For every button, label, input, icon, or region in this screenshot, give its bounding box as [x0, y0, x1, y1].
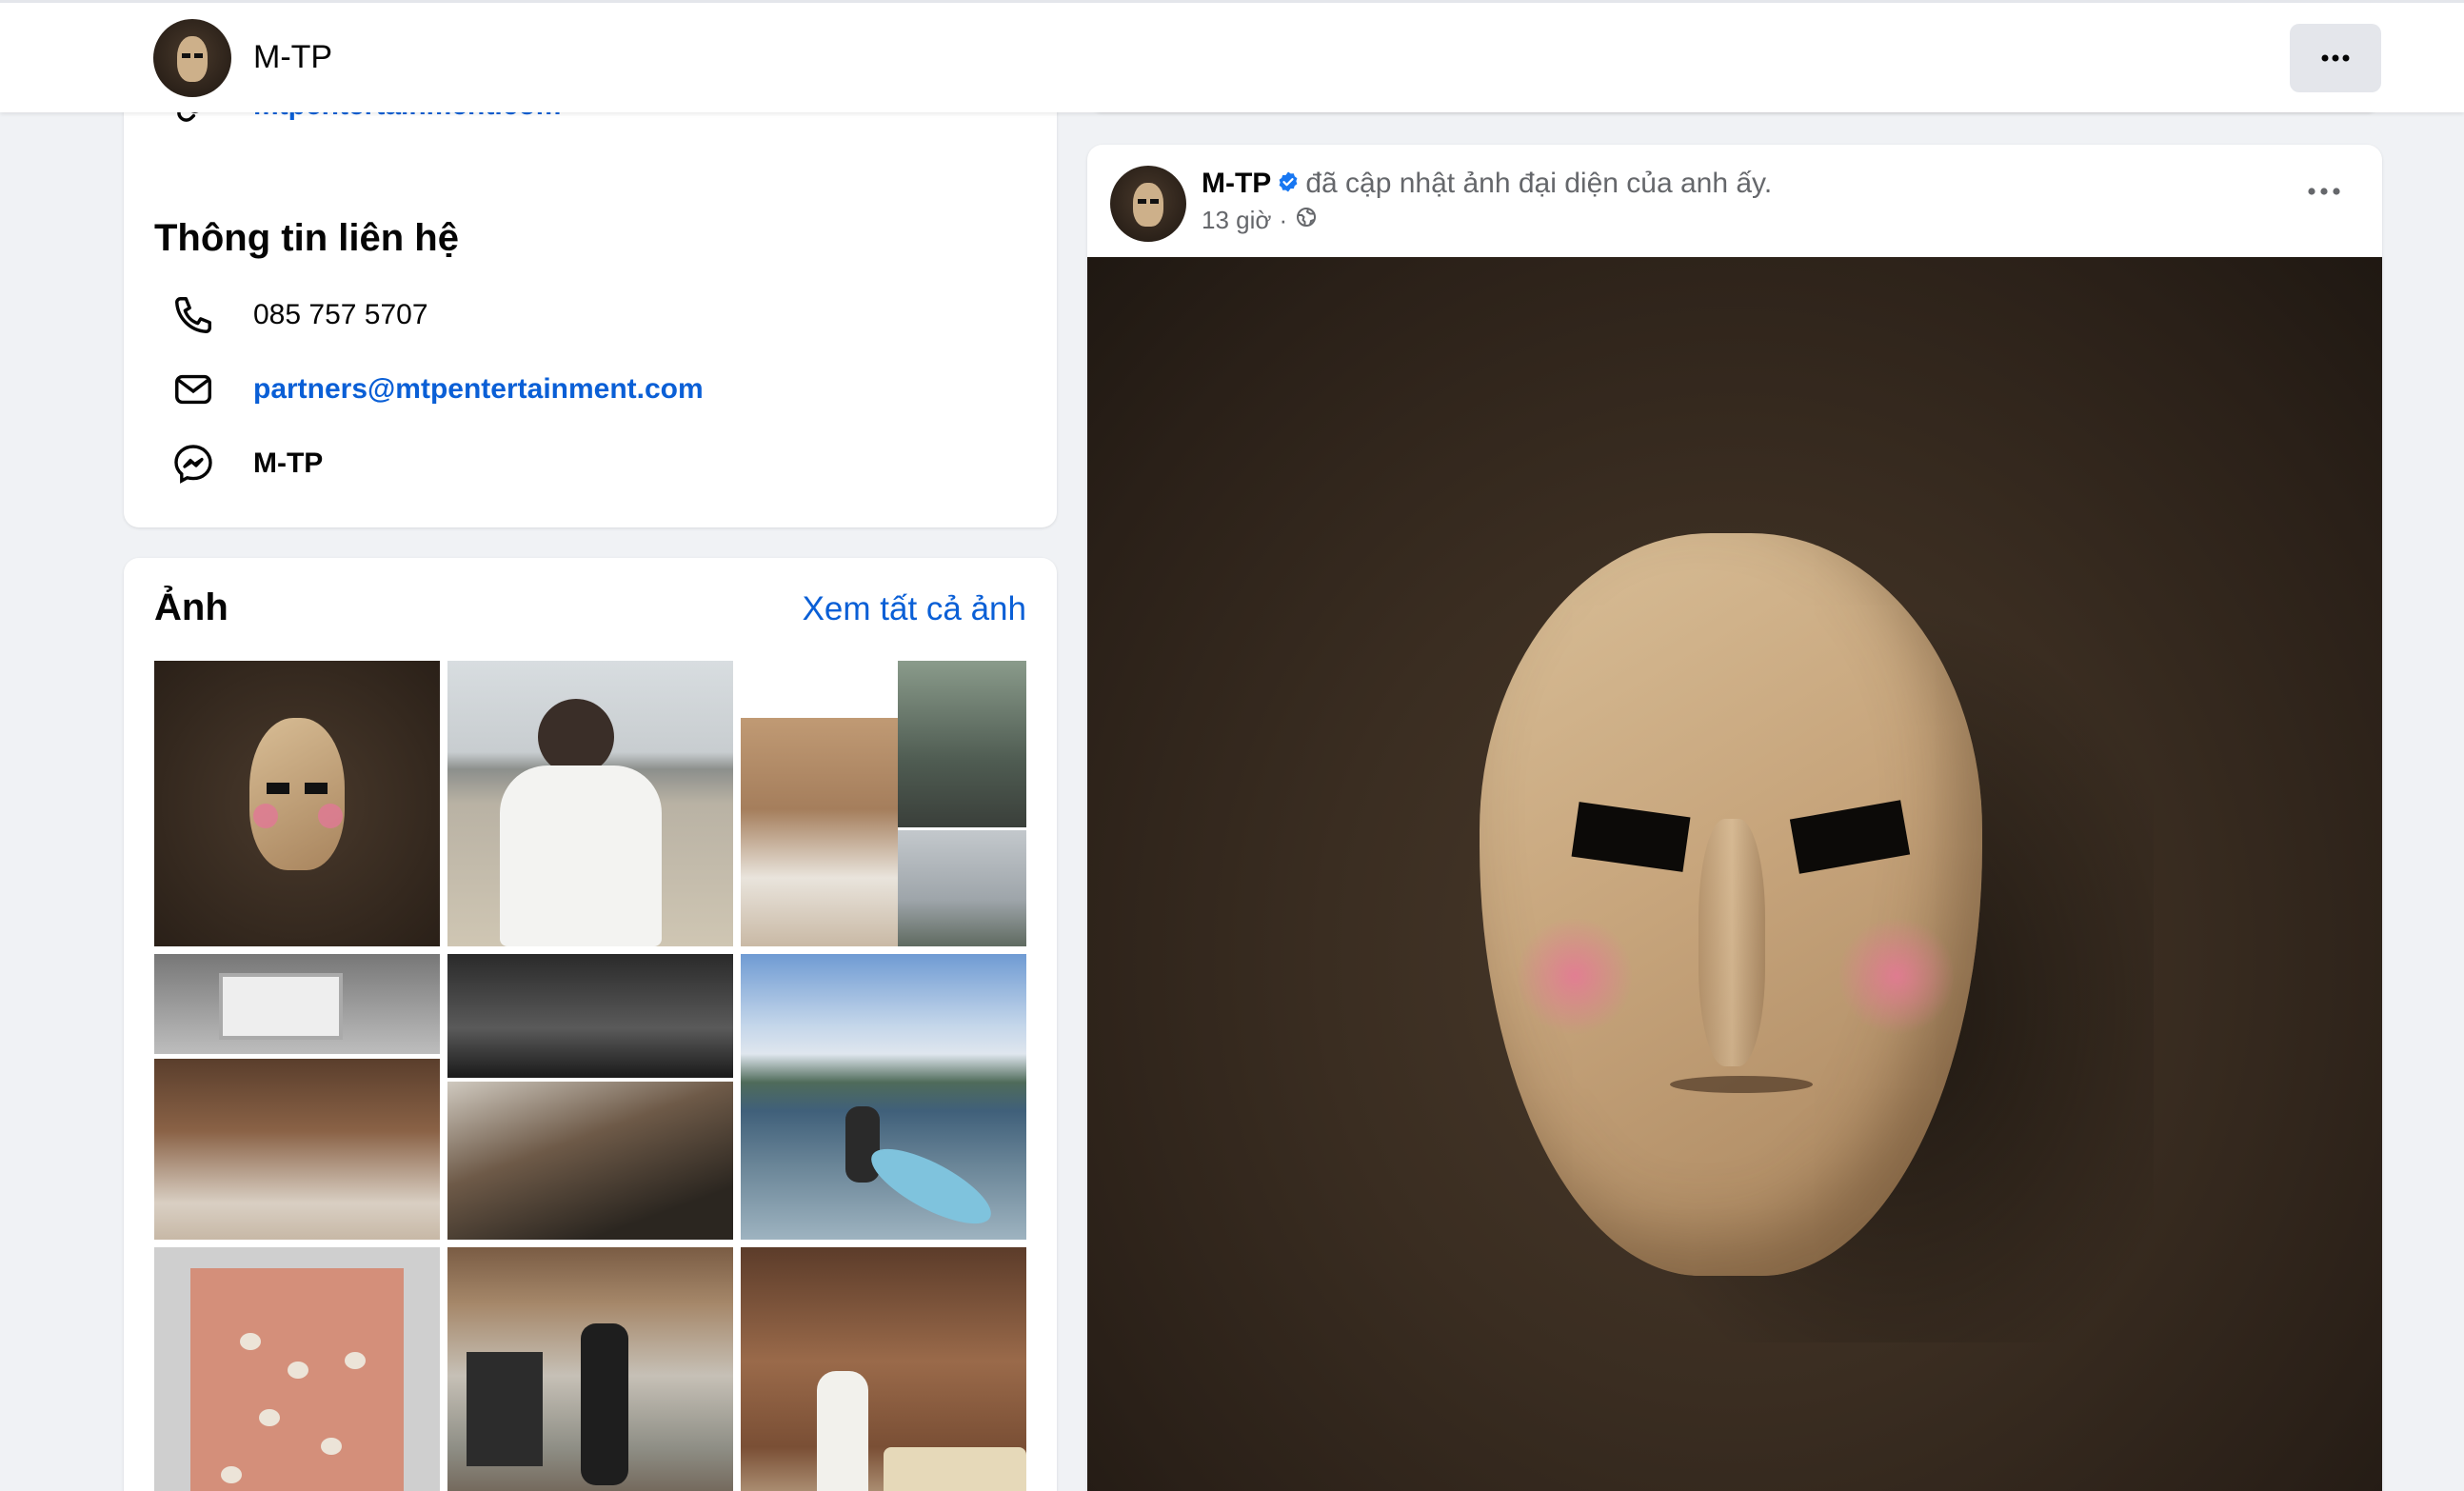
profile-avatar[interactable]	[153, 19, 231, 97]
meta-separator: ·	[1279, 206, 1288, 234]
photo-tile[interactable]	[447, 954, 733, 1240]
messenger-name[interactable]: M-TP	[253, 447, 323, 480]
photo-tile[interactable]	[741, 1247, 1026, 1491]
post-author-avatar[interactable]	[1110, 166, 1186, 242]
ellipsis-icon	[2321, 54, 2350, 62]
post-meta: 13 giờ ·	[1202, 206, 1318, 235]
globe-icon	[1295, 206, 1318, 235]
photo-tile[interactable]	[447, 661, 733, 946]
email-link[interactable]: partners@mtpentertainment.com	[253, 373, 704, 406]
ellipsis-icon	[2308, 188, 2340, 195]
mask-illustration	[1480, 533, 1982, 1276]
photo-tile[interactable]	[154, 661, 440, 946]
profile-header-bar: M-TP	[0, 0, 2464, 112]
post-action-text: đã cập nhật ảnh đại diện của anh ấy.	[1305, 168, 1773, 199]
phone-icon	[168, 289, 219, 341]
verified-badge-icon	[1277, 169, 1300, 201]
post-photo[interactable]	[1087, 257, 2382, 1491]
post-card: M-TP đã cập nhật ảnh đại diện của anh ấy.…	[1087, 145, 2382, 1491]
profile-name[interactable]: M-TP	[253, 39, 332, 76]
intro-card: mtpentertainment.com Thông tin liên hệ 0…	[124, 57, 1057, 527]
post-timestamp[interactable]: 13 giờ	[1202, 206, 1271, 235]
messenger-icon	[168, 438, 219, 489]
photos-title: Ảnh	[154, 586, 229, 628]
photos-card: Ảnh Xem tất cả ảnh	[124, 558, 1057, 1491]
post-author-name[interactable]: M-TP	[1202, 168, 1271, 199]
more-options-button[interactable]	[2290, 24, 2381, 92]
photo-tile[interactable]	[154, 954, 440, 1240]
see-all-photos-link[interactable]: Xem tất cả ảnh	[803, 590, 1026, 628]
envelope-icon	[168, 364, 219, 415]
photo-tile[interactable]	[447, 1247, 733, 1491]
contact-info-title: Thông tin liên hệ	[154, 217, 459, 259]
photo-grid	[154, 661, 1026, 1491]
phone-number: 085 757 5707	[253, 299, 428, 330]
photo-tile[interactable]	[741, 661, 1026, 946]
photo-tile[interactable]	[154, 1247, 440, 1491]
photo-tile[interactable]	[741, 954, 1026, 1240]
post-header: M-TP đã cập nhật ảnh đại diện của anh ấy.	[1202, 168, 1772, 201]
post-more-button[interactable]	[2308, 183, 2340, 200]
